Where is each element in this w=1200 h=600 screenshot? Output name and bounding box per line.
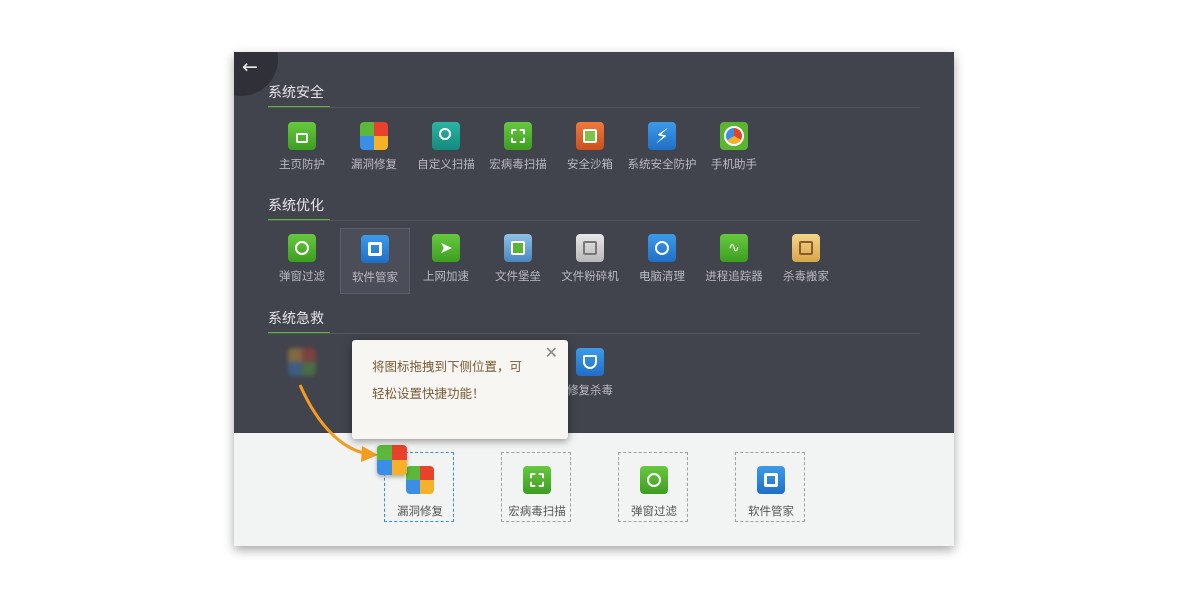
- tooltip-line-2: 轻松设置快捷功能！: [372, 386, 485, 401]
- dragged-icon[interactable]: [377, 445, 407, 475]
- tooltip-line-1: 将图标拖拽到下侧位置，可: [372, 359, 523, 374]
- drag-hint-tooltip: 将图标拖拽到下侧位置，可 轻松设置快捷功能！ ✕: [352, 340, 568, 439]
- drag-arrow: [298, 384, 378, 462]
- close-icon[interactable]: ✕: [545, 343, 558, 362]
